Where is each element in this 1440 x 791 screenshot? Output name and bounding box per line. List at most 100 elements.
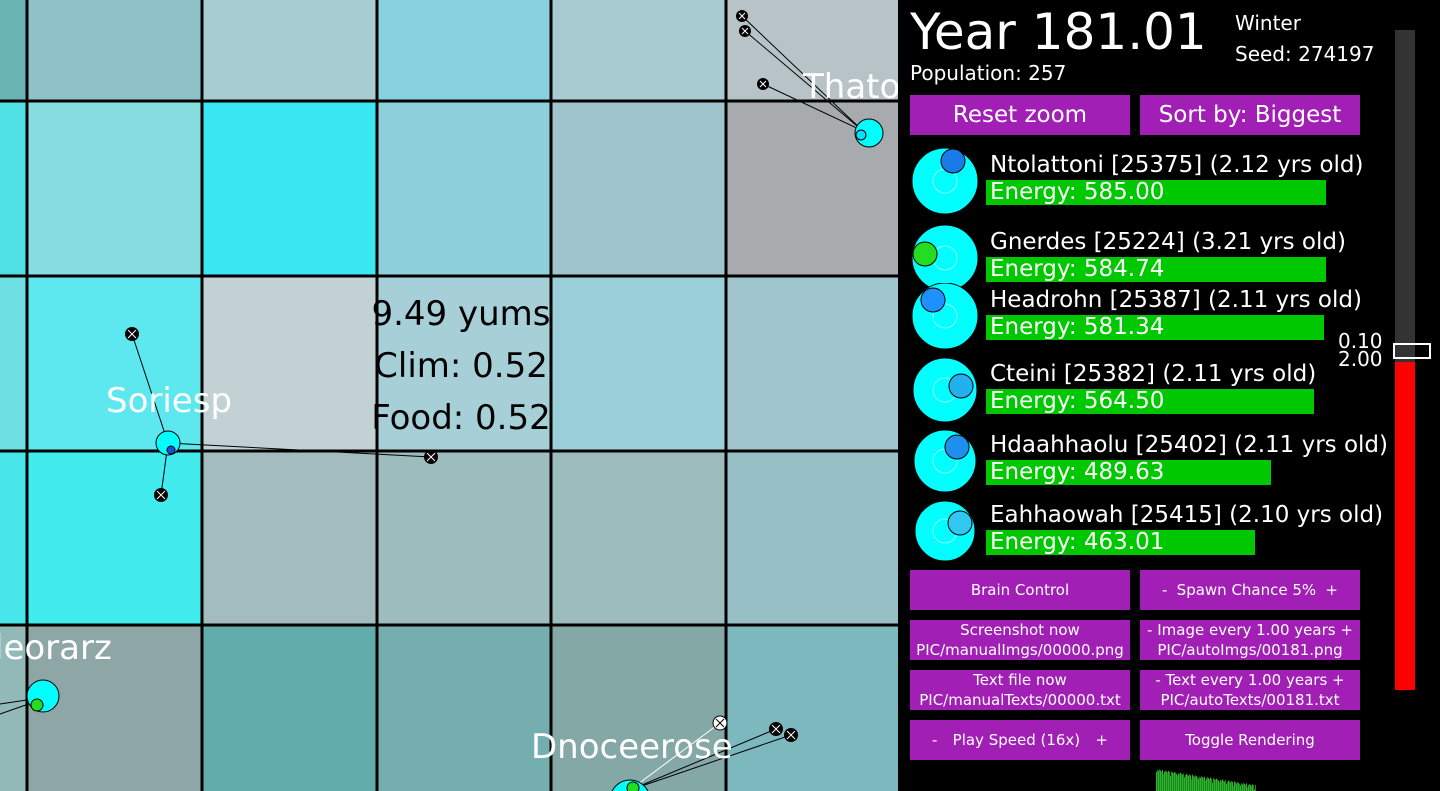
histogram-bar: [1207, 777, 1208, 791]
temperature-marker: [1393, 343, 1431, 359]
text-file-path: PIC/manualTexts/00000.txt: [919, 691, 1121, 709]
brain-control-button[interactable]: Brain Control: [910, 570, 1130, 610]
image-interval-label: Image every 1.00 years: [1157, 621, 1336, 639]
image-interval-row: - Image every 1.00 years +: [1140, 620, 1360, 640]
text-decrease-button[interactable]: -: [1155, 671, 1160, 689]
histogram-bar: [1216, 778, 1217, 791]
mouth-icon: [784, 728, 798, 742]
creature-leorarz[interactable]: [0, 679, 60, 715]
image-increase-button[interactable]: +: [1340, 621, 1353, 639]
temperature-gauge-fill: [1395, 362, 1415, 690]
creature-list-item[interactable]: Headrohn [25387] (2.11 yrs old) Energy: 5…: [898, 283, 1378, 353]
histogram-bar: [1204, 776, 1205, 791]
histogram-bar: [1167, 772, 1168, 791]
histogram-bar: [1190, 775, 1191, 791]
histogram-bar: [1191, 779, 1192, 791]
histogram-bar: [1231, 781, 1232, 791]
energy-label: Energy: 463.01: [990, 529, 1165, 555]
histogram-bar: [1199, 776, 1200, 791]
histogram-bar: [1169, 771, 1170, 791]
histogram-bar: [1173, 773, 1174, 791]
histogram-bar: [1172, 772, 1173, 791]
sort-by-button[interactable]: Sort by: Biggest: [1140, 95, 1360, 135]
mouth-icon: [769, 722, 783, 736]
histogram-bar: [1211, 778, 1212, 791]
histogram-bar: [1171, 771, 1172, 791]
world-view[interactable]: 9.49 yums Clim: 0.52 Food: 0.52 Thato So…: [0, 0, 898, 791]
histogram-bar: [1194, 776, 1195, 791]
energy-label: Energy: 581.34: [990, 314, 1165, 340]
mouth-icon: [154, 488, 168, 502]
histogram-bar: [1188, 775, 1189, 791]
histogram-bar: [1219, 782, 1220, 791]
histogram-bar: [1245, 784, 1246, 791]
mouth-icon: [736, 10, 748, 22]
histogram-bar: [1209, 779, 1210, 791]
play-speed-control[interactable]: - Play Speed (16x) +: [910, 720, 1130, 760]
histogram-bar: [1165, 770, 1166, 791]
creature-list-item[interactable]: Ntolattoni [25375] (2.12 yrs old) Energy:…: [898, 148, 1378, 218]
histogram-bar: [1242, 784, 1243, 791]
image-interval-control[interactable]: - Image every 1.00 years + PIC/autoImgs/…: [1140, 620, 1360, 660]
temperature-label-bottom: 2.00: [1338, 347, 1383, 371]
toggle-rendering-button[interactable]: Toggle Rendering: [1140, 720, 1360, 760]
temperature-gauge: [1395, 30, 1415, 690]
text-file-now-button[interactable]: Text file now PIC/manualTexts/00000.txt: [910, 670, 1130, 710]
histogram-bar: [1206, 778, 1207, 791]
histogram-bar: [1228, 780, 1229, 791]
histogram-bar: [1163, 773, 1164, 791]
spawn-increase-button[interactable]: +: [1325, 570, 1338, 610]
histogram-bar: [1168, 770, 1169, 791]
creature-avatar: [913, 429, 977, 493]
histogram-bar: [1159, 769, 1160, 791]
creature-name: Eahhaowah [25415] (2.10 yrs old): [990, 502, 1384, 528]
histogram-bar: [1234, 781, 1235, 791]
histogram-bar: [1201, 776, 1202, 791]
histogram-bar: [1162, 769, 1163, 791]
screenshot-now-button[interactable]: Screenshot now PIC/manualImgs/00000.png: [910, 620, 1130, 660]
reset-zoom-button[interactable]: Reset zoom: [910, 95, 1130, 135]
creature-label-dnoceerose: Dnoceerose: [531, 727, 733, 767]
energy-label: Energy: 584.74: [990, 256, 1165, 282]
text-auto-path: PIC/autoTexts/00181.txt: [1160, 691, 1340, 709]
text-interval-row: - Text every 1.00 years +: [1140, 670, 1360, 690]
histogram-bar: [1187, 774, 1188, 791]
histogram-bar: [1205, 780, 1206, 791]
histogram-bar: [1161, 771, 1162, 791]
histogram-bar: [1238, 782, 1239, 791]
spawn-chance-control[interactable]: - Spawn Chance 5% +: [1140, 570, 1360, 610]
control-panel: Year 181.01 Winter Seed: 274197 Populati…: [898, 0, 1440, 791]
histogram-bar: [1195, 775, 1196, 791]
histogram-bar: [1221, 781, 1222, 791]
tile-climate: Clim: 0.52: [374, 346, 548, 386]
histogram-bar: [1224, 781, 1225, 791]
histogram-bar: [1229, 781, 1230, 791]
seed-label: Seed: 274197: [1235, 42, 1375, 66]
text-interval-control[interactable]: - Text every 1.00 years + PIC/autoTexts/…: [1140, 670, 1360, 710]
histogram-bar: [1218, 780, 1219, 791]
histogram-bar: [1177, 775, 1178, 791]
histogram-bar: [1255, 784, 1256, 791]
creature-list-item[interactable]: Eahhaowah [25415] (2.10 yrs old) Energy: …: [898, 498, 1383, 568]
creature-label-soriesp: Soriesp: [106, 381, 233, 421]
spawn-decrease-button[interactable]: -: [1162, 570, 1167, 610]
screenshot-label: Screenshot now: [960, 621, 1080, 639]
histogram-bar: [1251, 785, 1252, 791]
histogram-bar: [1174, 771, 1175, 791]
speed-increase-button[interactable]: +: [1095, 720, 1108, 760]
histogram-bar: [1233, 785, 1234, 791]
creature-label-leorarz: leorarz: [0, 628, 112, 668]
text-increase-button[interactable]: +: [1332, 671, 1345, 689]
creature-avatar: [911, 283, 979, 350]
speed-decrease-button[interactable]: -: [932, 720, 937, 760]
histogram-bar: [1181, 773, 1182, 791]
creature-avatar: [911, 148, 979, 215]
histogram-bar: [1186, 773, 1187, 791]
histogram-bar: [1178, 773, 1179, 791]
histogram-bar: [1236, 783, 1237, 791]
creature-list-item[interactable]: Cteini [25382] (2.11 yrs old) Energy: 564…: [898, 357, 1378, 427]
histogram-bar: [1210, 777, 1211, 791]
histogram-bar: [1212, 782, 1213, 791]
creature-list-item[interactable]: Hdaahhaolu [25402] (2.11 yrs old) Energy:…: [898, 428, 1388, 498]
image-decrease-button[interactable]: -: [1147, 621, 1152, 639]
